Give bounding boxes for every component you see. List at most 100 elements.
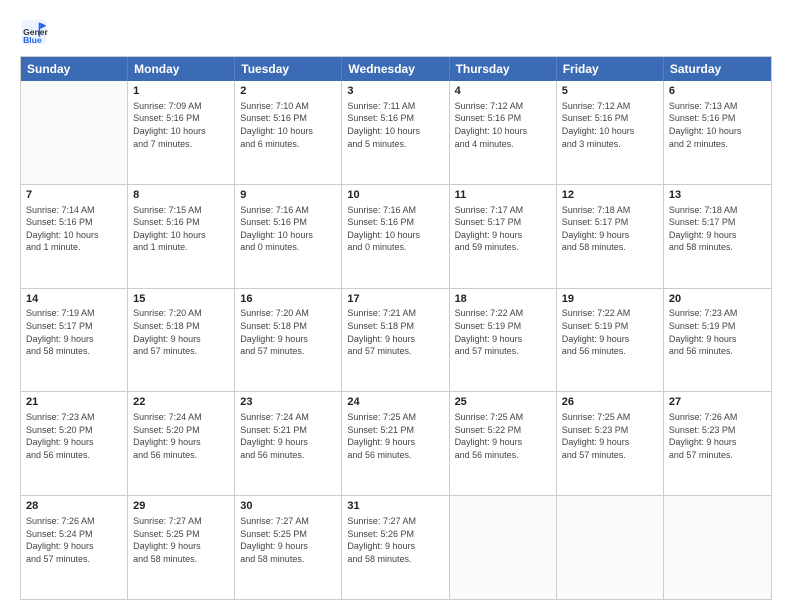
calendar-cell: 2Sunrise: 7:10 AM Sunset: 5:16 PM Daylig… <box>235 81 342 184</box>
cell-info: Sunrise: 7:12 AM Sunset: 5:16 PM Dayligh… <box>455 100 551 150</box>
header: General Blue <box>20 18 772 46</box>
cell-info: Sunrise: 7:23 AM Sunset: 5:20 PM Dayligh… <box>26 411 122 461</box>
day-number: 28 <box>26 499 122 514</box>
cell-info: Sunrise: 7:15 AM Sunset: 5:16 PM Dayligh… <box>133 204 229 254</box>
day-number: 10 <box>347 188 443 203</box>
calendar-cell: 16Sunrise: 7:20 AM Sunset: 5:18 PM Dayli… <box>235 289 342 392</box>
calendar-cell: 17Sunrise: 7:21 AM Sunset: 5:18 PM Dayli… <box>342 289 449 392</box>
day-number: 25 <box>455 395 551 410</box>
cell-info: Sunrise: 7:26 AM Sunset: 5:24 PM Dayligh… <box>26 515 122 565</box>
cell-info: Sunrise: 7:19 AM Sunset: 5:17 PM Dayligh… <box>26 307 122 357</box>
calendar-cell: 27Sunrise: 7:26 AM Sunset: 5:23 PM Dayli… <box>664 392 771 495</box>
calendar-cell: 19Sunrise: 7:22 AM Sunset: 5:19 PM Dayli… <box>557 289 664 392</box>
cell-info: Sunrise: 7:23 AM Sunset: 5:19 PM Dayligh… <box>669 307 766 357</box>
calendar-row-4: 28Sunrise: 7:26 AM Sunset: 5:24 PM Dayli… <box>21 495 771 599</box>
cell-info: Sunrise: 7:09 AM Sunset: 5:16 PM Dayligh… <box>133 100 229 150</box>
cell-info: Sunrise: 7:25 AM Sunset: 5:23 PM Dayligh… <box>562 411 658 461</box>
calendar-cell: 11Sunrise: 7:17 AM Sunset: 5:17 PM Dayli… <box>450 185 557 288</box>
calendar-cell: 18Sunrise: 7:22 AM Sunset: 5:19 PM Dayli… <box>450 289 557 392</box>
cell-info: Sunrise: 7:24 AM Sunset: 5:20 PM Dayligh… <box>133 411 229 461</box>
day-number: 24 <box>347 395 443 410</box>
day-number: 9 <box>240 188 336 203</box>
calendar-cell: 12Sunrise: 7:18 AM Sunset: 5:17 PM Dayli… <box>557 185 664 288</box>
calendar-cell: 30Sunrise: 7:27 AM Sunset: 5:25 PM Dayli… <box>235 496 342 599</box>
day-number: 20 <box>669 292 766 307</box>
cell-info: Sunrise: 7:25 AM Sunset: 5:22 PM Dayligh… <box>455 411 551 461</box>
day-number: 31 <box>347 499 443 514</box>
day-number: 5 <box>562 84 658 99</box>
calendar-row-0: 1Sunrise: 7:09 AM Sunset: 5:16 PM Daylig… <box>21 81 771 184</box>
calendar-cell: 7Sunrise: 7:14 AM Sunset: 5:16 PM Daylig… <box>21 185 128 288</box>
day-number: 17 <box>347 292 443 307</box>
calendar-row-2: 14Sunrise: 7:19 AM Sunset: 5:17 PM Dayli… <box>21 288 771 392</box>
day-number: 18 <box>455 292 551 307</box>
cell-info: Sunrise: 7:27 AM Sunset: 5:25 PM Dayligh… <box>133 515 229 565</box>
cell-info: Sunrise: 7:22 AM Sunset: 5:19 PM Dayligh… <box>562 307 658 357</box>
cell-info: Sunrise: 7:11 AM Sunset: 5:16 PM Dayligh… <box>347 100 443 150</box>
calendar-body: 1Sunrise: 7:09 AM Sunset: 5:16 PM Daylig… <box>21 81 771 599</box>
day-number: 30 <box>240 499 336 514</box>
calendar-cell: 14Sunrise: 7:19 AM Sunset: 5:17 PM Dayli… <box>21 289 128 392</box>
calendar-cell: 4Sunrise: 7:12 AM Sunset: 5:16 PM Daylig… <box>450 81 557 184</box>
cell-info: Sunrise: 7:12 AM Sunset: 5:16 PM Dayligh… <box>562 100 658 150</box>
logo-icon: General Blue <box>20 18 48 46</box>
cell-info: Sunrise: 7:24 AM Sunset: 5:21 PM Dayligh… <box>240 411 336 461</box>
day-number: 23 <box>240 395 336 410</box>
calendar-cell: 21Sunrise: 7:23 AM Sunset: 5:20 PM Dayli… <box>21 392 128 495</box>
calendar-cell <box>450 496 557 599</box>
header-day-thursday: Thursday <box>450 57 557 81</box>
calendar-cell: 9Sunrise: 7:16 AM Sunset: 5:16 PM Daylig… <box>235 185 342 288</box>
day-number: 11 <box>455 188 551 203</box>
logo: General Blue <box>20 18 48 46</box>
day-number: 4 <box>455 84 551 99</box>
calendar-cell <box>664 496 771 599</box>
cell-info: Sunrise: 7:20 AM Sunset: 5:18 PM Dayligh… <box>240 307 336 357</box>
calendar-cell: 8Sunrise: 7:15 AM Sunset: 5:16 PM Daylig… <box>128 185 235 288</box>
cell-info: Sunrise: 7:16 AM Sunset: 5:16 PM Dayligh… <box>240 204 336 254</box>
day-number: 14 <box>26 292 122 307</box>
cell-info: Sunrise: 7:14 AM Sunset: 5:16 PM Dayligh… <box>26 204 122 254</box>
calendar-cell: 6Sunrise: 7:13 AM Sunset: 5:16 PM Daylig… <box>664 81 771 184</box>
cell-info: Sunrise: 7:22 AM Sunset: 5:19 PM Dayligh… <box>455 307 551 357</box>
cell-info: Sunrise: 7:18 AM Sunset: 5:17 PM Dayligh… <box>669 204 766 254</box>
calendar-cell: 29Sunrise: 7:27 AM Sunset: 5:25 PM Dayli… <box>128 496 235 599</box>
calendar: SundayMondayTuesdayWednesdayThursdayFrid… <box>20 56 772 600</box>
calendar-cell: 22Sunrise: 7:24 AM Sunset: 5:20 PM Dayli… <box>128 392 235 495</box>
cell-info: Sunrise: 7:20 AM Sunset: 5:18 PM Dayligh… <box>133 307 229 357</box>
calendar-row-3: 21Sunrise: 7:23 AM Sunset: 5:20 PM Dayli… <box>21 391 771 495</box>
cell-info: Sunrise: 7:13 AM Sunset: 5:16 PM Dayligh… <box>669 100 766 150</box>
day-number: 27 <box>669 395 766 410</box>
calendar-cell: 1Sunrise: 7:09 AM Sunset: 5:16 PM Daylig… <box>128 81 235 184</box>
day-number: 7 <box>26 188 122 203</box>
header-day-sunday: Sunday <box>21 57 128 81</box>
header-day-saturday: Saturday <box>664 57 771 81</box>
day-number: 29 <box>133 499 229 514</box>
cell-info: Sunrise: 7:26 AM Sunset: 5:23 PM Dayligh… <box>669 411 766 461</box>
day-number: 2 <box>240 84 336 99</box>
calendar-cell <box>557 496 664 599</box>
calendar-cell: 10Sunrise: 7:16 AM Sunset: 5:16 PM Dayli… <box>342 185 449 288</box>
cell-info: Sunrise: 7:27 AM Sunset: 5:25 PM Dayligh… <box>240 515 336 565</box>
day-number: 13 <box>669 188 766 203</box>
calendar-cell: 15Sunrise: 7:20 AM Sunset: 5:18 PM Dayli… <box>128 289 235 392</box>
calendar-cell: 13Sunrise: 7:18 AM Sunset: 5:17 PM Dayli… <box>664 185 771 288</box>
calendar-cell: 23Sunrise: 7:24 AM Sunset: 5:21 PM Dayli… <box>235 392 342 495</box>
calendar-cell: 3Sunrise: 7:11 AM Sunset: 5:16 PM Daylig… <box>342 81 449 184</box>
header-day-friday: Friday <box>557 57 664 81</box>
day-number: 1 <box>133 84 229 99</box>
calendar-cell <box>21 81 128 184</box>
header-day-wednesday: Wednesday <box>342 57 449 81</box>
calendar-cell: 28Sunrise: 7:26 AM Sunset: 5:24 PM Dayli… <box>21 496 128 599</box>
day-number: 3 <box>347 84 443 99</box>
calendar-cell: 26Sunrise: 7:25 AM Sunset: 5:23 PM Dayli… <box>557 392 664 495</box>
calendar-cell: 25Sunrise: 7:25 AM Sunset: 5:22 PM Dayli… <box>450 392 557 495</box>
day-number: 26 <box>562 395 658 410</box>
cell-info: Sunrise: 7:18 AM Sunset: 5:17 PM Dayligh… <box>562 204 658 254</box>
calendar-cell: 31Sunrise: 7:27 AM Sunset: 5:26 PM Dayli… <box>342 496 449 599</box>
cell-info: Sunrise: 7:10 AM Sunset: 5:16 PM Dayligh… <box>240 100 336 150</box>
calendar-row-1: 7Sunrise: 7:14 AM Sunset: 5:16 PM Daylig… <box>21 184 771 288</box>
header-day-monday: Monday <box>128 57 235 81</box>
day-number: 15 <box>133 292 229 307</box>
cell-info: Sunrise: 7:16 AM Sunset: 5:16 PM Dayligh… <box>347 204 443 254</box>
day-number: 8 <box>133 188 229 203</box>
